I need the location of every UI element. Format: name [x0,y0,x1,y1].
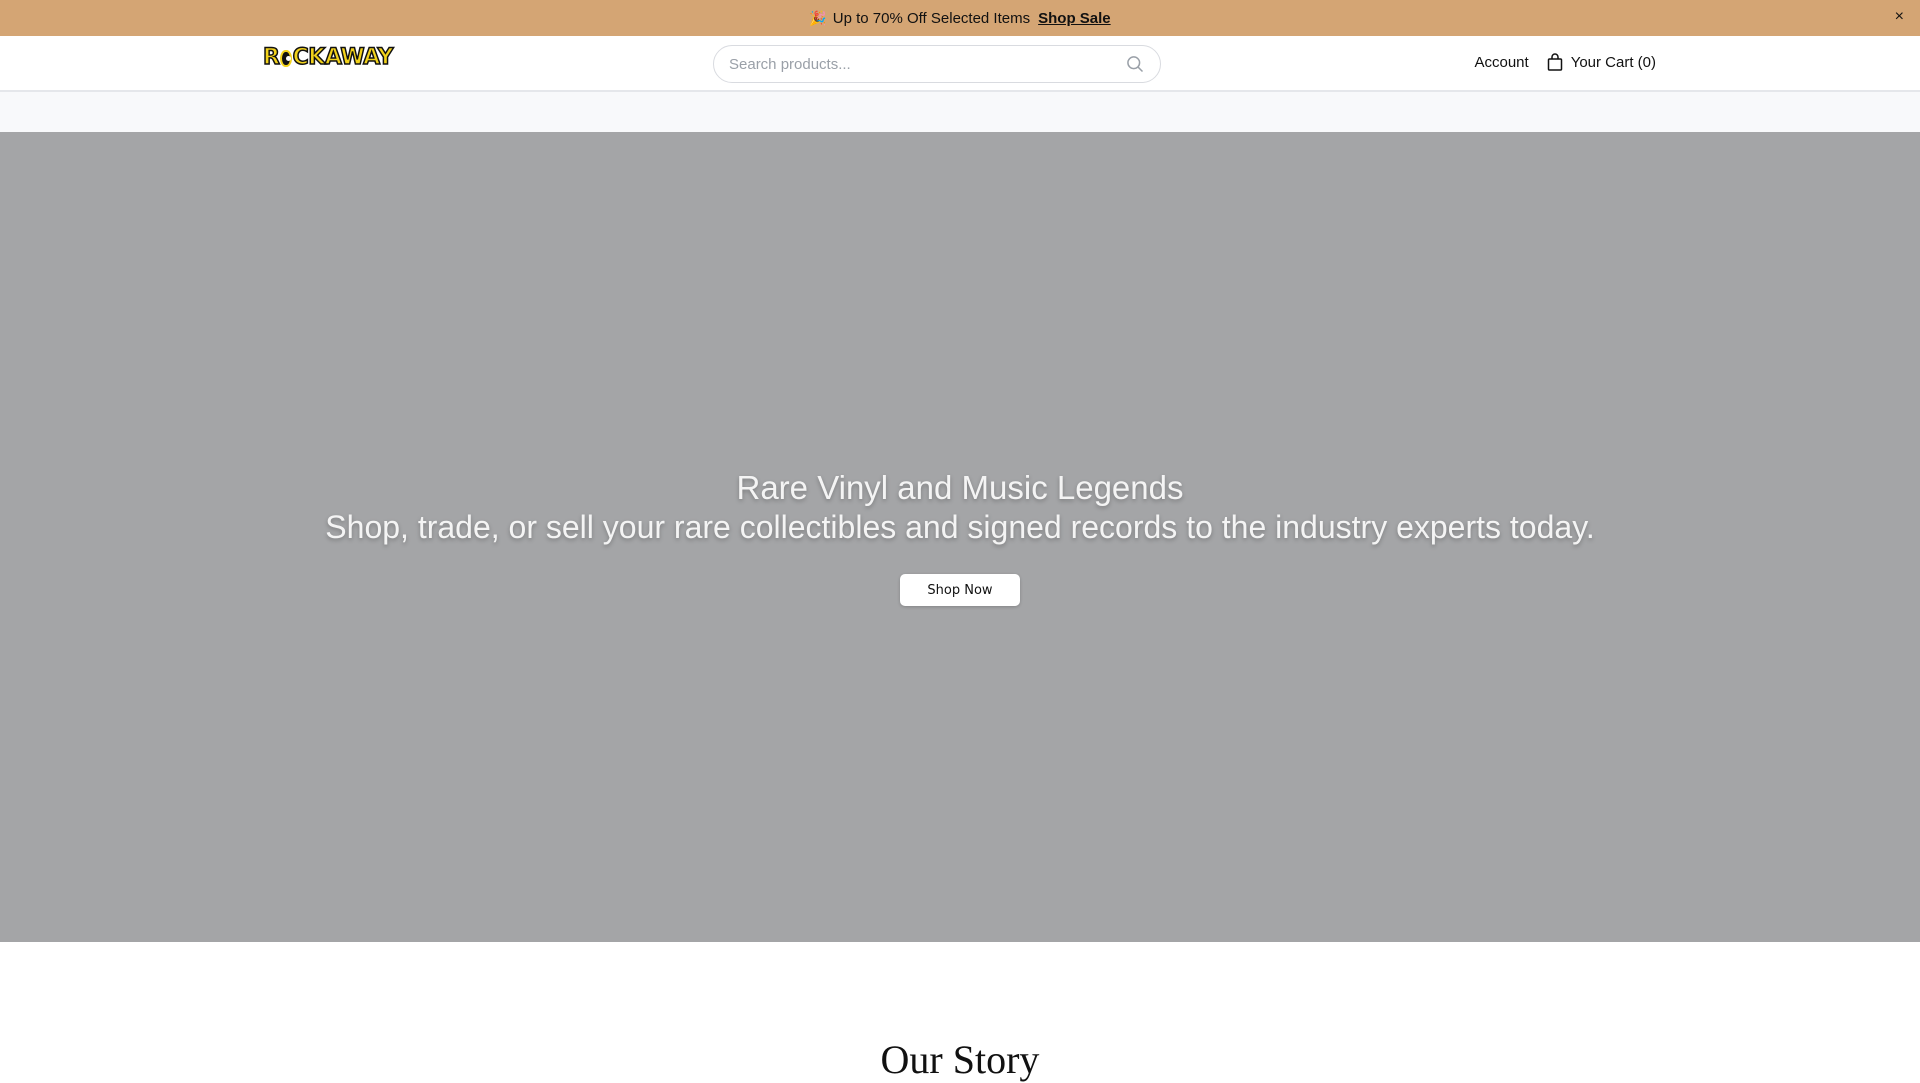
header-nav: Account Your Cart (0) [1474,53,1656,71]
cart-label: Your Cart (0) [1570,53,1656,71]
logo[interactable]: R CKAWAY [262,45,394,71]
nav-strip [0,92,1920,132]
search-input[interactable] [729,55,1125,73]
search-icon[interactable] [1125,54,1145,74]
close-banner-icon[interactable]: × [1895,8,1904,26]
promo-banner: 🎉 Up to 70% Off Selected Items Shop Sale… [0,0,1920,36]
party-icon: 🎉 [809,9,827,26]
logo-text-end: CKAWAY [292,45,394,71]
hero-section: Rare Vinyl and Music Legends Shop, trade… [0,132,1920,942]
shop-now-button[interactable]: Shop Now [900,574,1020,606]
logo-text-start: R [262,45,281,71]
hero-title: Rare Vinyl and Music Legends [736,469,1184,506]
search-bar [713,45,1161,83]
hero-subtitle: Shop, trade, or sell your rare collectib… [325,509,1595,545]
shop-sale-link[interactable]: Shop Sale [1038,10,1111,27]
our-story-heading: Our Story [880,1037,1040,1082]
account-link[interactable]: Account [1474,54,1528,71]
site-header: R CKAWAY Account Your Cart (0) [0,36,1920,92]
cart-link[interactable]: Your Cart (0) [1547,53,1656,71]
shopping-bag-icon [1547,53,1562,71]
promo-text: Up to 70% Off Selected Items [832,9,1031,27]
vinyl-record-icon [280,49,292,67]
